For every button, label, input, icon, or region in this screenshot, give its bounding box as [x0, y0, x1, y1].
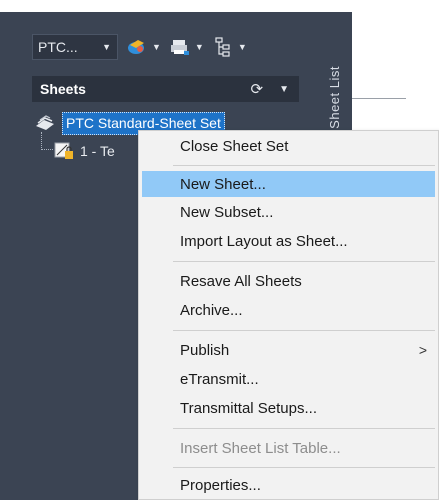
- sheet-set-dropdown[interactable]: PTC... ▼: [32, 34, 118, 60]
- chevron-down-icon: ▼: [102, 42, 111, 52]
- menu-item-label: Publish: [180, 341, 230, 359]
- sheet-set-view-icon[interactable]: [126, 36, 148, 58]
- menu-item-properties[interactable]: Properties...: [142, 472, 435, 498]
- menu-item-etransmit[interactable]: eTransmit...: [142, 366, 435, 392]
- menu-separator: [173, 165, 435, 166]
- menu-separator: [173, 261, 435, 262]
- chevron-down-icon[interactable]: ▼: [195, 42, 204, 52]
- menu-item-label: Close Sheet Set: [180, 137, 289, 155]
- menu-item-publish[interactable]: Publish >: [142, 337, 435, 363]
- menu-item-new-subset[interactable]: New Subset...: [142, 199, 435, 225]
- panel-toolbar: PTC... ▼ ▼ ▼ ▼: [32, 33, 247, 61]
- menu-item-archive[interactable]: Archive...: [142, 297, 435, 323]
- sheets-title: Sheets: [40, 81, 86, 97]
- chevron-down-icon[interactable]: ▼: [152, 42, 161, 52]
- sheet-set-dropdown-value: PTC...: [38, 39, 78, 55]
- menu-separator: [173, 467, 435, 468]
- sheet-set-icon: [36, 115, 54, 130]
- menu-item-label: Insert Sheet List Table...: [180, 439, 341, 457]
- submenu-arrow-icon: >: [418, 342, 427, 358]
- chevron-down-icon[interactable]: ▼: [279, 84, 289, 95]
- sheet-locked-icon: [54, 142, 73, 159]
- refresh-icon[interactable]: ⟳: [251, 80, 264, 98]
- sheets-section-header: Sheets ⟳ ▼: [32, 76, 299, 102]
- tree-item-label[interactable]: 1 - Te: [80, 143, 115, 159]
- menu-item-label: New Sheet...: [180, 175, 266, 193]
- menu-item-label: Properties...: [180, 476, 261, 494]
- menu-item-close-sheet-set[interactable]: Close Sheet Set: [142, 133, 435, 159]
- menu-item-transmittal-setups[interactable]: Transmittal Setups...: [142, 395, 435, 421]
- tree-connector: [41, 132, 43, 150]
- context-menu: Close Sheet Set New Sheet... New Subset.…: [138, 130, 439, 500]
- menu-item-label: Archive...: [180, 301, 243, 319]
- menu-separator: [173, 428, 435, 429]
- chevron-down-icon[interactable]: ▼: [238, 42, 247, 52]
- menu-item-label: Transmittal Setups...: [180, 399, 317, 417]
- top-white-strip: [0, 0, 330, 12]
- menu-item-insert-sheet-list-table: Insert Sheet List Table...: [142, 435, 435, 461]
- sheet-list-tab-label[interactable]: Sheet List: [327, 66, 342, 129]
- tree-connector: [41, 149, 53, 151]
- tree-item-sheet[interactable]: 1 - Te: [54, 140, 115, 162]
- menu-item-label: Resave All Sheets: [180, 272, 302, 290]
- menu-item-new-sheet[interactable]: New Sheet...: [142, 171, 435, 197]
- menu-item-label: New Subset...: [180, 203, 274, 221]
- menu-item-label: Import Layout as Sheet...: [180, 232, 348, 250]
- menu-item-import-layout[interactable]: Import Layout as Sheet...: [142, 228, 435, 254]
- publish-icon[interactable]: [169, 36, 191, 58]
- background-line: [352, 98, 406, 99]
- sheet-selections-icon[interactable]: [212, 36, 234, 58]
- menu-item-label: eTransmit...: [180, 370, 259, 388]
- menu-separator: [173, 330, 435, 331]
- menu-item-resave-all-sheets[interactable]: Resave All Sheets: [142, 268, 435, 294]
